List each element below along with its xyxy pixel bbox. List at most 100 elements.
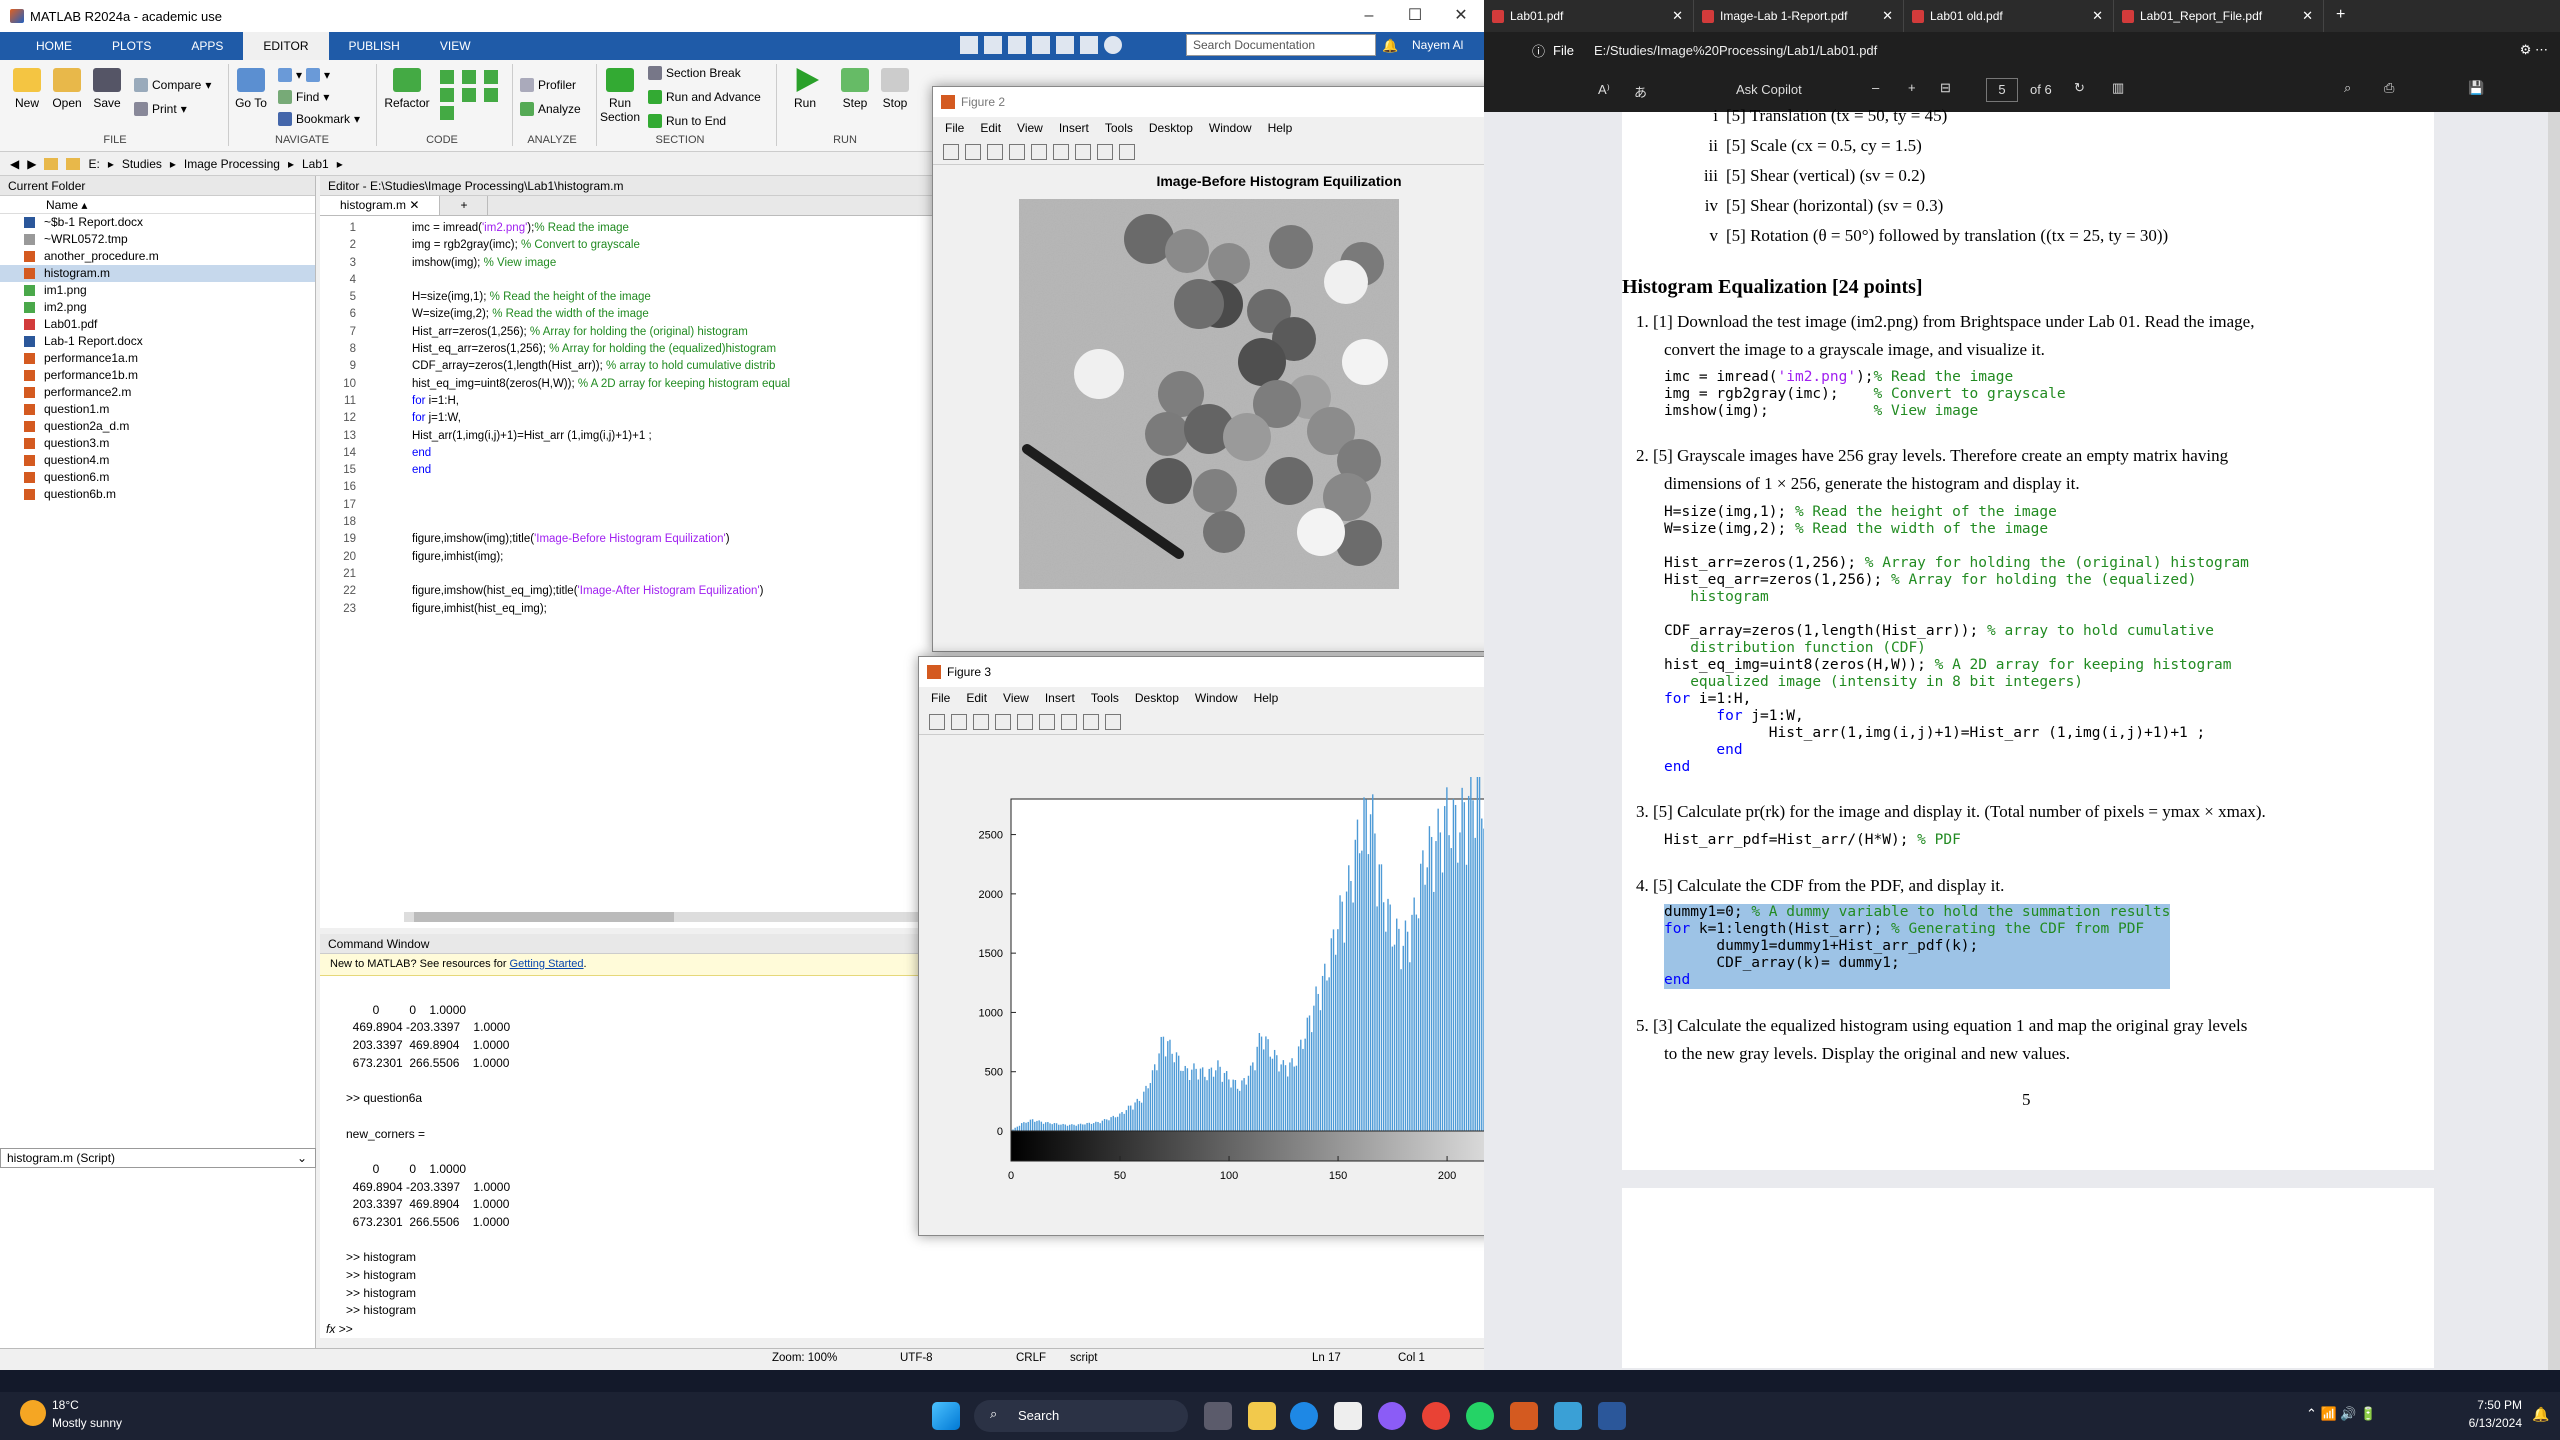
- close-button[interactable]: ✕: [1438, 0, 1484, 32]
- colorbar-icon[interactable]: [1053, 143, 1069, 160]
- up-folder-icon[interactable]: [44, 157, 59, 170]
- start-icon[interactable]: [932, 1402, 960, 1430]
- bookmark-button[interactable]: Bookmark ▾: [278, 112, 360, 126]
- profiler-button[interactable]: Profiler: [520, 78, 576, 92]
- file-list-item[interactable]: question4.m: [0, 452, 315, 469]
- compare-button[interactable]: Compare ▾: [134, 78, 211, 92]
- code-block-4-selected[interactable]: dummy1=0; % A dummy variable to hold the…: [1664, 904, 2171, 989]
- save-icon[interactable]: [973, 713, 989, 730]
- print-icon[interactable]: [1009, 143, 1025, 160]
- menu-insert[interactable]: Insert: [1045, 691, 1075, 705]
- menu-window[interactable]: Window: [1195, 691, 1238, 705]
- file-list-item[interactable]: question3.m: [0, 435, 315, 452]
- run-advance-button[interactable]: Run and Advance: [648, 90, 761, 104]
- menu-desktop[interactable]: Desktop: [1135, 691, 1179, 705]
- forward-icon[interactable]: ▶: [27, 157, 36, 171]
- refactor-button[interactable]: Refactor: [382, 68, 432, 110]
- property-editor-icon[interactable]: [1119, 143, 1135, 160]
- open-icon[interactable]: [951, 713, 967, 730]
- store-icon[interactable]: [1334, 1402, 1362, 1430]
- zoom-out-icon[interactable]: –: [1872, 80, 1879, 95]
- tab-image-lab-report[interactable]: Image-Lab 1-Report.pdf ✕: [1694, 0, 1904, 32]
- browser-tools-icons[interactable]: ⚙ ⋯: [2520, 42, 2548, 58]
- menu-view[interactable]: View: [1017, 121, 1043, 135]
- run-to-end-button[interactable]: Run to End: [648, 114, 726, 128]
- menu-view[interactable]: View: [1003, 691, 1029, 705]
- notepad-icon[interactable]: [1554, 1402, 1582, 1430]
- file-list-item[interactable]: Lab01.pdf: [0, 316, 315, 333]
- print-button[interactable]: Print ▾: [134, 102, 187, 116]
- cut-icon[interactable]: [984, 36, 1002, 54]
- search-icon[interactable]: ⌕: [2344, 80, 2351, 96]
- file-list-item[interactable]: question6.m: [0, 469, 315, 486]
- notification-bell-icon[interactable]: 🔔: [1382, 38, 1398, 54]
- minimize-button[interactable]: –: [1346, 0, 1392, 32]
- print-icon[interactable]: [995, 713, 1011, 730]
- menu-help[interactable]: Help: [1268, 121, 1293, 135]
- file-list-item[interactable]: im1.png: [0, 282, 315, 299]
- menu-edit[interactable]: Edit: [980, 121, 1001, 135]
- open-icon[interactable]: [965, 143, 981, 160]
- word-icon[interactable]: [1598, 1402, 1626, 1430]
- details-dropdown[interactable]: histogram.m (Script) ⌄: [0, 1148, 316, 1168]
- stop-button[interactable]: Stop: [876, 68, 914, 110]
- fit-page-icon[interactable]: ⊟: [1940, 80, 1951, 96]
- new-tab-button[interactable]: +: [440, 196, 489, 215]
- pointer-icon[interactable]: [1097, 143, 1113, 160]
- tab-lab01-old[interactable]: Lab01 old.pdf ✕: [1904, 0, 2114, 32]
- user-menu[interactable]: Nayem Al: [1412, 38, 1463, 52]
- link-icon[interactable]: [1017, 713, 1033, 730]
- file-list-item[interactable]: question1.m: [0, 401, 315, 418]
- getting-started-link[interactable]: Getting Started: [510, 958, 584, 970]
- menu-file[interactable]: File: [945, 121, 964, 135]
- info-icon[interactable]: ⓘ: [1532, 41, 1545, 60]
- colorbar-icon[interactable]: [1039, 713, 1055, 730]
- column-header-name[interactable]: Name ▴: [0, 196, 315, 214]
- run-section-button[interactable]: Run Section: [600, 68, 640, 124]
- redo-icon[interactable]: [1080, 36, 1098, 54]
- path-segment[interactable]: Studies: [122, 157, 162, 171]
- menu-tools[interactable]: Tools: [1105, 121, 1133, 135]
- menu-window[interactable]: Window: [1209, 121, 1252, 135]
- menu-insert[interactable]: Insert: [1059, 121, 1089, 135]
- print-icon[interactable]: ⎙: [2384, 80, 2394, 96]
- maximize-button[interactable]: ☐: [1392, 0, 1438, 32]
- step-button[interactable]: Step: [836, 68, 874, 110]
- read-aloud-icon[interactable]: A⁾: [1598, 82, 1610, 98]
- new-tab-button[interactable]: +: [2324, 0, 2357, 32]
- notifications-icon[interactable]: 🔔: [2532, 1406, 2549, 1423]
- tray-icons[interactable]: ⌃ 📶 🔊 🔋: [2306, 1406, 2376, 1422]
- new-figure-icon[interactable]: [943, 143, 959, 160]
- path-segment[interactable]: Image Processing: [184, 157, 280, 171]
- ask-copilot-button[interactable]: Ask Copilot: [1736, 82, 1802, 97]
- help-icon[interactable]: [1104, 36, 1122, 54]
- file-list-item[interactable]: performance2.m: [0, 384, 315, 401]
- rotate-icon[interactable]: ↻: [2074, 80, 2085, 96]
- tab-plots[interactable]: PLOTS: [92, 32, 171, 60]
- file-list-item[interactable]: im2.png: [0, 299, 315, 316]
- editor-tab-histogram[interactable]: histogram.m ✕: [320, 196, 441, 215]
- file-explorer-icon[interactable]: [1248, 1402, 1276, 1430]
- edge-icon[interactable]: [1290, 1402, 1318, 1430]
- new-figure-icon[interactable]: [929, 713, 945, 730]
- tab-publish[interactable]: PUBLISH: [329, 32, 420, 60]
- paste-icon[interactable]: [1032, 36, 1050, 54]
- menu-desktop[interactable]: Desktop: [1149, 121, 1193, 135]
- zoom-in-icon[interactable]: +: [1908, 80, 1916, 95]
- find-button[interactable]: Find ▾: [278, 90, 329, 104]
- whatsapp-icon[interactable]: [1466, 1402, 1494, 1430]
- goto-button[interactable]: Go To: [232, 68, 270, 110]
- browse-folder-icon[interactable]: [66, 157, 81, 170]
- new-button[interactable]: New: [8, 68, 46, 110]
- legend-icon[interactable]: [1075, 143, 1091, 160]
- horizontal-scrollbar[interactable]: [404, 912, 1004, 922]
- copy-icon[interactable]: [1008, 36, 1026, 54]
- open-button[interactable]: Open: [48, 68, 86, 110]
- path-segment[interactable]: Lab1: [302, 157, 329, 171]
- messenger-icon[interactable]: [1378, 1402, 1406, 1430]
- path-segment[interactable]: E:: [88, 157, 99, 171]
- tab-lab01[interactable]: Lab01.pdf ✕: [1484, 0, 1694, 32]
- file-list-item[interactable]: another_procedure.m: [0, 248, 315, 265]
- tab-apps[interactable]: APPS: [171, 32, 243, 60]
- back-icon[interactable]: ◀: [10, 157, 19, 171]
